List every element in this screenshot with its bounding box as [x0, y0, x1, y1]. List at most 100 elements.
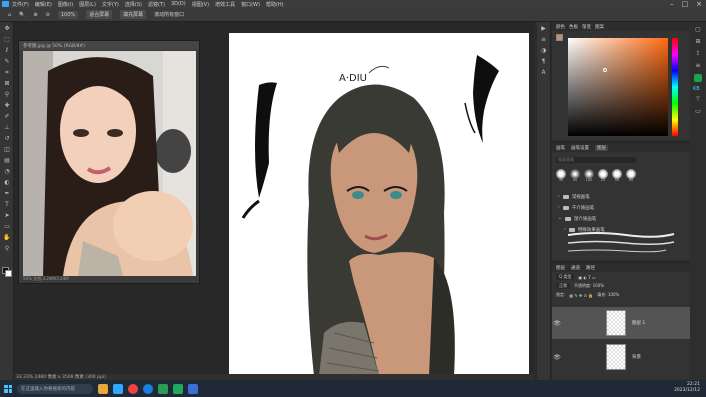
visibility-eye-icon[interactable]: 👁: [552, 320, 562, 327]
frame-tool-icon[interactable]: ⊠: [2, 79, 12, 88]
pin-icon[interactable]: ⊤: [693, 96, 703, 104]
dodge-tool-icon[interactable]: ◐: [2, 178, 12, 187]
menu-image[interactable]: 图像(I): [58, 1, 73, 8]
lasso-tool-icon[interactable]: ℓ: [2, 46, 12, 55]
menu-type[interactable]: 文字(Y): [102, 1, 119, 8]
list-icon[interactable]: ≡: [693, 62, 703, 70]
eyedropper-tool-icon[interactable]: ⚲: [2, 90, 12, 99]
background-color-swatch[interactable]: [5, 270, 12, 277]
type-tool-icon[interactable]: T: [2, 200, 12, 209]
menu-view[interactable]: 视图(V): [192, 1, 209, 8]
menu-filter[interactable]: 滤镜(T): [148, 1, 165, 8]
layer-name[interactable]: 图层 1: [632, 320, 645, 326]
tab-brushes[interactable]: 画笔: [556, 145, 565, 151]
tab-paths[interactable]: 路径: [586, 265, 595, 271]
fg-bg-colors[interactable]: [2, 267, 12, 277]
close-icon[interactable]: ×: [696, 0, 702, 8]
brush-tip-3[interactable]: 100: [584, 169, 594, 182]
reference-window-title[interactable]: 参考图.jpg @ 50% (RGB/8#): [19, 41, 199, 50]
export-icon[interactable]: ⇪: [693, 50, 703, 58]
windows-start-icon[interactable]: [4, 384, 12, 393]
hand-tool-icon[interactable]: ✋: [2, 233, 12, 242]
blur-tool-icon[interactable]: ◔: [2, 167, 12, 176]
brush-stroke-previews[interactable]: [566, 229, 676, 255]
taskbar-clock[interactable]: 22:21 2023/12/12: [674, 382, 700, 394]
menu-help[interactable]: 帮助(H): [266, 1, 284, 8]
properties-panel-icon[interactable]: ≡: [539, 36, 548, 44]
layer-row[interactable]: 👁 背景: [552, 341, 690, 373]
wechat-icon[interactable]: [158, 383, 168, 394]
brush-tool-icon[interactable]: ✐: [2, 112, 12, 121]
path-select-tool-icon[interactable]: ➤: [2, 211, 12, 220]
home-icon[interactable]: ⌂: [8, 12, 11, 18]
zoom-tool-panel-icon[interactable]: ⚲: [2, 244, 12, 253]
layer-row[interactable]: 👁 图层 1: [552, 307, 690, 339]
arrange-icon[interactable]: ▢: [693, 26, 703, 34]
character-panel-icon[interactable]: A: [539, 69, 548, 77]
tab-gradients[interactable]: 渐变: [582, 24, 591, 30]
brush-tip-5[interactable]: 50: [612, 169, 622, 182]
menu-edit[interactable]: 编辑(E): [35, 1, 52, 8]
reference-image-window[interactable]: 参考图.jpg @ 50% (RGB/8#) 50% 文档:3.24M/3.24…: [18, 40, 200, 284]
clone-stamp-tool-icon[interactable]: ⊥: [2, 123, 12, 132]
minimize-icon[interactable]: –: [670, 0, 674, 8]
brush-tip-1[interactable]: 30: [556, 169, 566, 182]
color-panel-foreground-swatch[interactable]: [556, 34, 563, 41]
filter-icons[interactable]: ▣ ◐ T ▭: [578, 275, 595, 280]
media-player-icon[interactable]: [188, 383, 198, 394]
opacity-field[interactable]: 不透明度: 100%: [574, 283, 604, 289]
zoom-in-icon[interactable]: ⊕: [33, 12, 37, 18]
brush-folder[interactable]: › 常规画笔: [556, 191, 668, 202]
messenger-icon[interactable]: [173, 383, 183, 394]
tab-brush-layers[interactable]: 图层: [595, 144, 608, 151]
fit-screen-button[interactable]: 适合屏幕: [86, 10, 113, 19]
brush-tip-2[interactable]: 50: [570, 169, 580, 182]
tab-brush-settings[interactable]: 画笔设置: [571, 145, 589, 151]
tab-layers[interactable]: 图层: [556, 265, 565, 271]
menu-select[interactable]: 选择(S): [125, 1, 142, 8]
brush-tip-6[interactable]: 60: [626, 169, 636, 182]
zoom-value[interactable]: 100%: [57, 10, 79, 19]
blend-mode-select[interactable]: 正常: [556, 283, 570, 289]
menu-file[interactable]: 文件(F): [12, 1, 29, 8]
photoshop-taskbar-icon[interactable]: [113, 383, 123, 394]
paragraph-panel-icon[interactable]: ¶: [539, 58, 548, 66]
zoom-tool-icon[interactable]: 🔍: [19, 12, 25, 18]
lock-icons[interactable]: ▦ ✎ ✥ ⊡ 🔒: [569, 293, 593, 298]
history-brush-tool-icon[interactable]: ↺: [2, 134, 12, 143]
brush-folder[interactable]: ⌄ 湿介质画笔: [556, 213, 668, 224]
color-picker-field[interactable]: [568, 38, 668, 136]
drawing-canvas[interactable]: A·DIU: [229, 33, 529, 376]
panel-icon[interactable]: ▭: [693, 108, 703, 116]
scroll-all-checkbox[interactable]: 滚动所有窗口: [154, 11, 184, 18]
file-explorer-icon[interactable]: [98, 383, 108, 394]
gradient-tool-icon[interactable]: ▤: [2, 156, 12, 165]
edge-icon[interactable]: [143, 383, 153, 394]
adjustments-panel-icon[interactable]: ◑: [539, 47, 548, 55]
taskbar-search-input[interactable]: 在这里输入你要搜索的内容: [17, 383, 93, 394]
chrome-icon[interactable]: [128, 383, 138, 394]
maximize-icon[interactable]: □: [682, 0, 689, 8]
shape-tool-icon[interactable]: ▭: [2, 222, 12, 231]
tab-channels[interactable]: 通道: [571, 265, 580, 271]
eraser-tool-icon[interactable]: ◫: [2, 145, 12, 154]
layer-name[interactable]: 背景: [632, 354, 641, 360]
brush-folder[interactable]: › 干介质画笔: [556, 202, 668, 213]
history-panel-icon[interactable]: ▶: [539, 25, 548, 33]
quick-select-tool-icon[interactable]: ✎: [2, 57, 12, 66]
hue-slider[interactable]: [672, 38, 678, 136]
brush-tip-4[interactable]: 25: [598, 169, 608, 182]
security-shield-icon[interactable]: [694, 74, 702, 82]
layout-icon[interactable]: ⊞: [693, 38, 703, 46]
pen-tool-icon[interactable]: ✒: [2, 189, 12, 198]
visibility-eye-icon[interactable]: 👁: [552, 354, 562, 361]
menu-3d[interactable]: 3D(D): [171, 1, 186, 7]
fill-field[interactable]: 填充: 100%: [597, 292, 619, 298]
brush-search-input[interactable]: 搜索画笔: [556, 157, 636, 163]
move-tool-icon[interactable]: ✥: [2, 24, 12, 33]
tab-patterns[interactable]: 图案: [595, 24, 604, 30]
menu-plugins[interactable]: 增效工具: [215, 1, 235, 8]
menu-layer[interactable]: 图层(L): [79, 1, 96, 8]
layer-filter-select[interactable]: Q 类型: [556, 274, 575, 280]
healing-tool-icon[interactable]: ✚: [2, 101, 12, 110]
